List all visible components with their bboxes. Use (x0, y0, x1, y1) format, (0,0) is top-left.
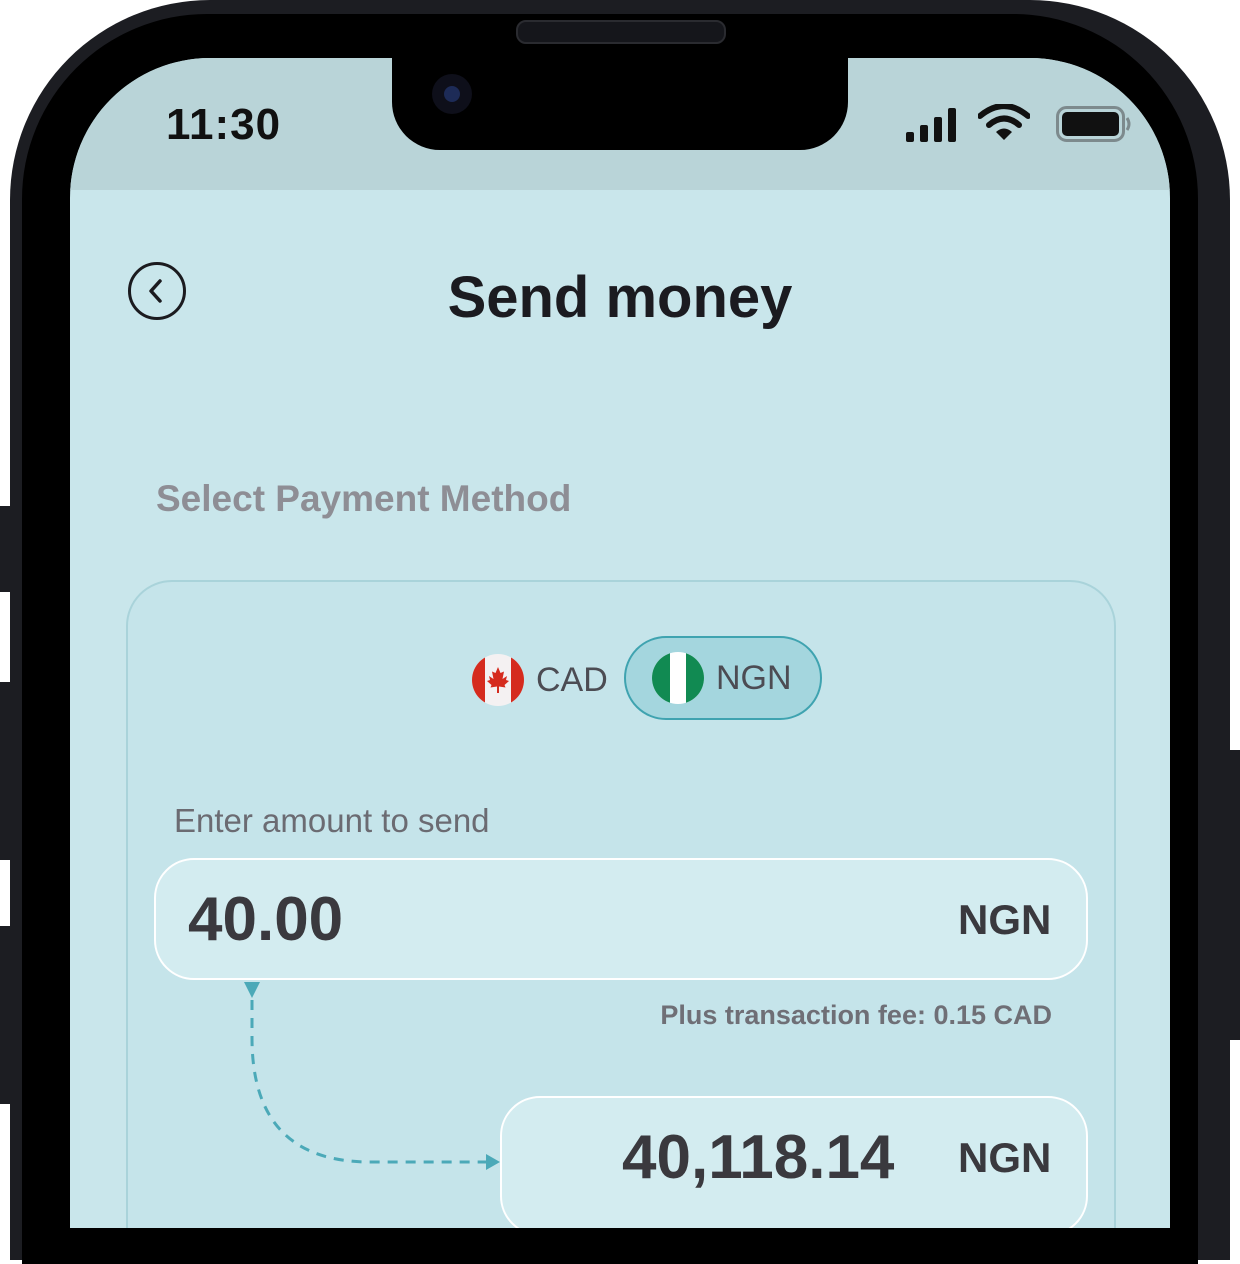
battery-icon (1056, 106, 1131, 142)
nigeria-flag-icon (652, 652, 704, 704)
receive-amount-value: 40,118.14 (622, 1123, 895, 1192)
receive-amount-currency: NGN (958, 1134, 1052, 1181)
currency-code-cad: CAD (536, 660, 608, 699)
send-amount-currency: NGN (958, 896, 1052, 943)
cellular-signal-icon (906, 108, 956, 142)
app-screen: 11:30 Send money Select Payment Method C… (70, 58, 1170, 1228)
side-button-volume-down (0, 926, 12, 1104)
amount-label: Enter amount to send (174, 802, 490, 839)
side-button-volume-up (0, 682, 12, 860)
currency-option-cad[interactable]: CAD (472, 652, 608, 708)
side-button-power (1228, 750, 1240, 1040)
page-title: Send money (447, 265, 793, 330)
canada-flag-icon (472, 654, 524, 706)
side-button-mute (0, 506, 12, 592)
payment-method-label: Select Payment Method (156, 478, 572, 519)
speaker-grille (516, 20, 726, 44)
front-camera (432, 74, 472, 114)
transaction-fee-text: Plus transaction fee: 0.15 CAD (660, 1000, 1052, 1030)
send-amount-value: 40.00 (188, 885, 344, 954)
wifi-icon (978, 104, 1030, 140)
currency-code-ngn: NGN (716, 658, 792, 697)
currency-option-ngn[interactable]: NGN (624, 636, 822, 720)
status-time: 11:30 (166, 100, 282, 149)
